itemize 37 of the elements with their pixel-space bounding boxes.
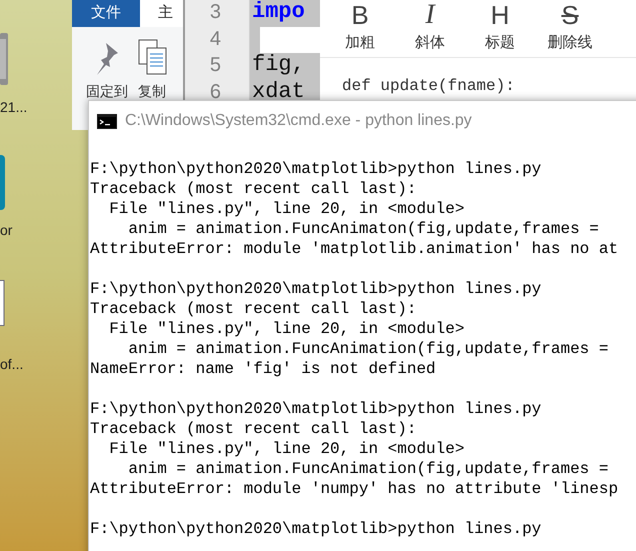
console-line: F:\python\python2020\matplotlib>python lines.py [89, 399, 542, 419]
line-number: 6 [208, 80, 222, 104]
line-number: 5 [208, 53, 222, 78]
console-line: F:\python\python2020\matplotlib>python lines.py [89, 279, 542, 299]
icon-label: or [0, 221, 12, 240]
toolbar-button[interactable]: B 加粗 [336, 0, 384, 54]
line-number: 3 [208, 0, 222, 25]
icon-label: 21... [0, 98, 28, 117]
ribbon-button[interactable]: 固定到 [86, 39, 128, 102]
window-title: C:\Windows\System32\cmd.exe - python lines.py [125, 111, 472, 131]
console-line: Traceback (most recent call last): [89, 419, 418, 439]
console-line: AttributeError: module 'numpy' has no attribute 'linesp [89, 479, 620, 499]
code-line: xdat [251, 80, 306, 106]
code-line: fig, [251, 53, 306, 79]
console-line: F:\python\python2020\matplotlib>python lines.py [89, 159, 542, 179]
console-line: Traceback (most recent call last): [89, 179, 418, 199]
console-line: File "lines.py", line 20, in <module> [108, 439, 466, 459]
toolbar-button[interactable]: H 标题 [476, 0, 524, 54]
toolbar-button[interactable]: I 斜体 [406, 0, 454, 54]
console-line: AttributeError: module 'matplotlib.animation' has no at [89, 239, 620, 259]
ribbon-button[interactable]: 复制 [138, 39, 168, 102]
console-line: anim = animation.FuncAnimation(fig,update,frames = [127, 459, 610, 479]
code-line: impo [251, 0, 306, 26]
tab[interactable]: 文件 [72, 0, 140, 27]
console-line: NameError: name 'fig' is not defined [89, 359, 437, 379]
terminal-icon [97, 114, 117, 128]
icon-label: of... [0, 355, 24, 374]
copy-icon [138, 39, 168, 75]
console-line: anim = animation.FuncAnimation(fig,update,frames = [127, 339, 610, 359]
line-number: 4 [208, 26, 222, 52]
console-line: F:\python\python2020\matplotlib>python lines.py [89, 519, 542, 539]
toolbar-button[interactable]: S 删除线 [546, 0, 594, 54]
console-line: Traceback (most recent call last): [89, 299, 418, 319]
editor-text: def update(fname): [342, 77, 515, 95]
console-line: File "lines.py", line 20, in <module> [108, 319, 466, 339]
console-line: anim = animation.FuncAnimaton(fig,update,frames = [127, 219, 600, 239]
console-line: File "lines.py", line 20, in <module> [108, 199, 466, 219]
